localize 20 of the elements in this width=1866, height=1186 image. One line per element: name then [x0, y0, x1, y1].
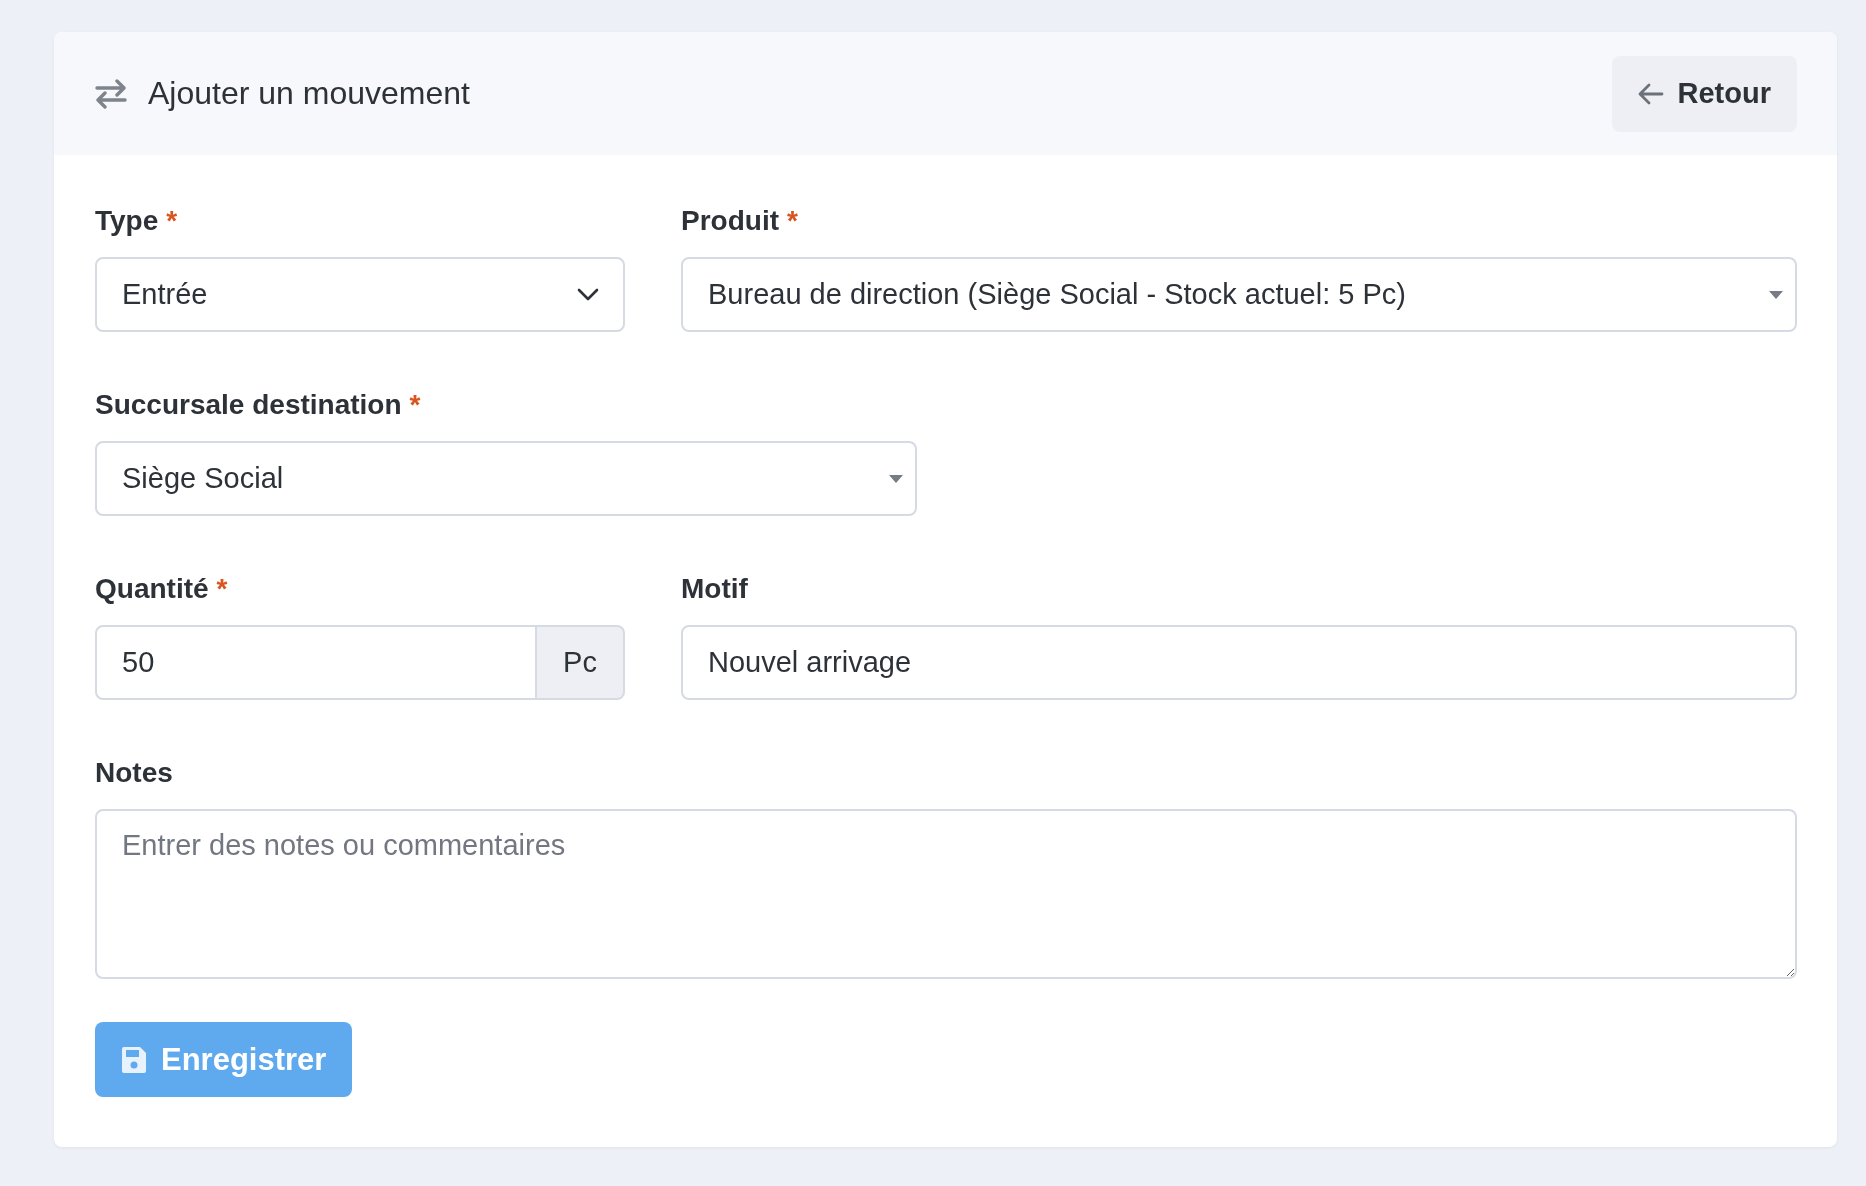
- field-label: Motif: [681, 572, 749, 606]
- field-label: Type *: [95, 204, 179, 238]
- notes-textarea[interactable]: Entrer des notes ou commentaires: [95, 809, 1797, 979]
- quantity-input[interactable]: 50: [95, 625, 537, 700]
- field-label: Produit *: [681, 204, 799, 238]
- dropdown-triangle-icon: [1769, 290, 1783, 299]
- product-select[interactable]: Bureau de direction (Siège Social - Stock actuel: 5 Pc): [681, 257, 1797, 332]
- swap-arrows-icon: [94, 78, 128, 109]
- branch-select[interactable]: Siège Social: [95, 441, 917, 516]
- arrow-left-icon: [1637, 82, 1664, 105]
- chevron-down-icon: [577, 287, 599, 302]
- field-label: Notes: [95, 756, 174, 790]
- back-button[interactable]: Retour: [1611, 55, 1797, 132]
- reason-input[interactable]: Nouvel arrivage: [681, 625, 1797, 700]
- card-title: Ajouter un mouvement: [148, 75, 470, 112]
- unit-addon: Pc: [537, 625, 625, 700]
- field-label: Succursale destination *: [95, 388, 422, 422]
- dropdown-triangle-icon: [889, 474, 903, 483]
- type-select[interactable]: Entrée: [95, 257, 625, 332]
- field-label: Quantité *: [95, 572, 229, 606]
